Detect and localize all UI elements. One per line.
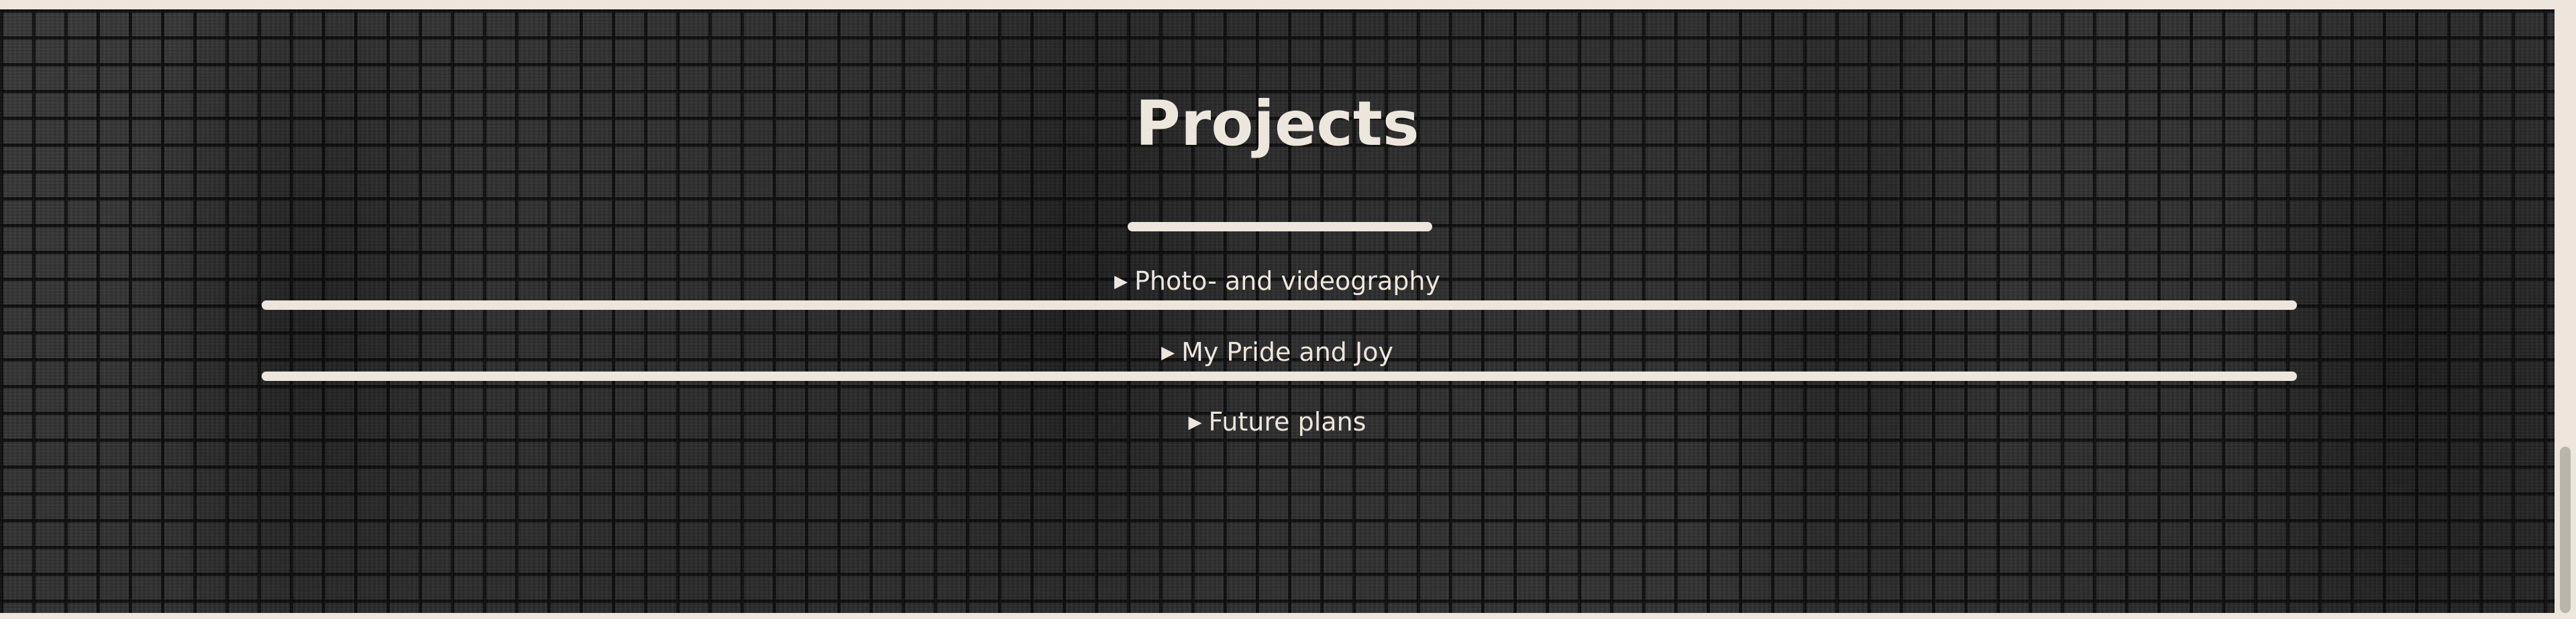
title-underline [1128,222,1432,231]
disclosure-label: Photo- and videography [1134,266,1440,296]
triangle-right-icon: ▶ [1188,412,1202,433]
triangle-right-icon: ▶ [1114,272,1128,292]
disclosure-pride-and-joy[interactable]: ▶ My Pride and Joy [0,335,2555,370]
vertical-scrollbar[interactable] [2555,9,2576,613]
scrollbar-thumb[interactable] [2560,447,2571,613]
disclosure-label: Future plans [1208,407,1366,437]
triangle-right-icon: ▶ [1161,343,1175,363]
page-viewport: Projects ▶ Photo- and videography ▶ My Pri… [0,0,2576,619]
projects-section: Projects ▶ Photo- and videography ▶ My Pri… [0,9,2555,613]
divider [262,300,2297,310]
disclosure-future-plans[interactable]: ▶ Future plans [0,405,2555,439]
section-title: Projects [1135,88,1419,160]
disclosure-photo-videography[interactable]: ▶ Photo- and videography [0,264,2555,298]
brick-wall-background: Projects ▶ Photo- and videography ▶ My Pri… [0,9,2555,613]
disclosure-label: My Pride and Joy [1181,337,1393,367]
divider [262,372,2297,381]
